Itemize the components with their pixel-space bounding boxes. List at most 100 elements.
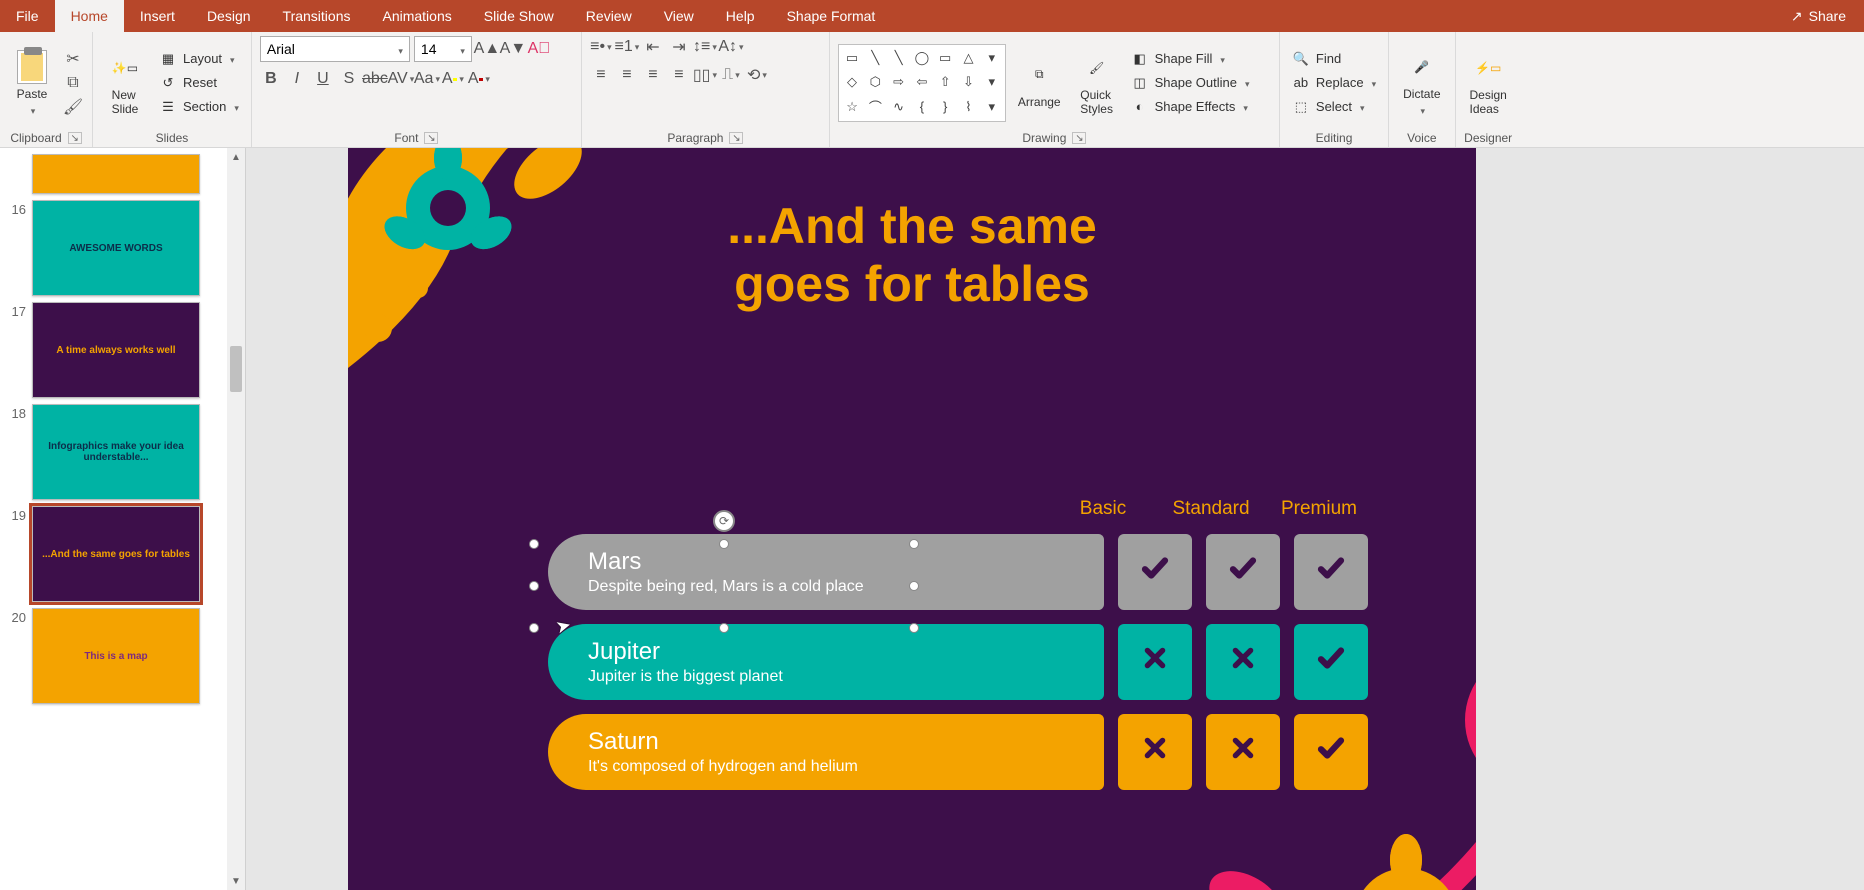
tab-animations[interactable]: Animations [366,0,467,32]
reset-button[interactable]: ↺Reset [155,72,243,94]
change-case-button[interactable]: Aa [416,68,438,90]
scroll-thumb[interactable] [230,346,242,392]
align-text-button[interactable]: ⎍ [720,64,742,86]
slide-thumbnail[interactable]: ...And the same goes for tables [32,506,200,602]
select-button[interactable]: ⬚Select [1288,96,1380,118]
slide-thumbnail[interactable]: Infographics make your idea understable.… [32,404,200,500]
scroll-up-icon[interactable]: ▲ [227,148,245,166]
tab-shape-format[interactable]: Shape Format [771,0,892,32]
text-direction[interactable]: A↕ [720,36,742,58]
feature-cell[interactable] [1206,624,1280,700]
smartart-button[interactable]: ⟲ [746,64,768,86]
font-name-combo[interactable]: Arial [260,36,410,62]
new-slide-button[interactable]: ✨▭ New Slide [101,48,149,118]
text-shadow-button[interactable]: S [338,68,360,90]
thumb-number: 18 [4,404,26,421]
clear-formatting[interactable]: A⃠ [528,38,550,60]
font-color-button[interactable]: A [468,68,490,90]
feature-cell[interactable] [1294,624,1368,700]
table-row[interactable]: Jupiter Jupiter is the biggest planet [548,624,1368,700]
numbering-button[interactable]: ≡1 [616,36,638,58]
slide-thumbnail[interactable]: A time always works well [32,302,200,398]
cut-button[interactable]: ✂ [62,48,84,70]
increase-font-size[interactable]: A▲ [476,38,498,60]
align-justify[interactable]: ≡ [668,64,690,86]
arrange-button[interactable]: ⧉Arrange [1012,55,1067,111]
design-ideas-icon: ⚡▭ [1470,50,1506,86]
layout-button[interactable]: ▦Layout [155,48,243,70]
font-highlight-button[interactable]: A [442,68,464,90]
feature-cell[interactable] [1294,714,1368,790]
font-size-combo[interactable]: 14 [414,36,472,62]
char-spacing-button[interactable]: AV [390,68,412,90]
resize-handle[interactable] [719,539,729,549]
quick-styles-button[interactable]: 🖌Quick Styles [1073,48,1121,118]
resize-handle[interactable] [909,539,919,549]
thumbnail-scrollbar[interactable]: ▲ ▼ [227,148,245,890]
increase-indent[interactable]: ⇥ [668,36,690,58]
tab-file[interactable]: File [0,0,55,32]
paste-button[interactable]: Paste [8,47,56,119]
dictate-button[interactable]: 🎤Dictate [1397,47,1446,119]
feature-cell[interactable] [1294,534,1368,610]
find-button[interactable]: 🔍Find [1288,48,1380,70]
clipboard-launcher[interactable]: ↘ [68,132,82,144]
group-clipboard-label: Clipboard [10,131,61,145]
select-label: Select [1316,99,1352,114]
feature-cell[interactable] [1206,714,1280,790]
resize-handle[interactable] [909,623,919,633]
tab-design[interactable]: Design [191,0,267,32]
rotate-handle[interactable]: ⟳ [713,510,735,532]
align-center[interactable]: ≡ [616,64,638,86]
align-right[interactable]: ≡ [642,64,664,86]
decrease-indent[interactable]: ⇤ [642,36,664,58]
slide-thumbnail[interactable]: AWESOME WORDS [32,200,200,296]
slide-title[interactable]: ...And the same goes for tables [348,198,1476,313]
feature-cell[interactable] [1118,534,1192,610]
shape-outline-button[interactable]: ◫Shape Outline [1127,72,1254,94]
format-painter-button[interactable]: 🖌 [62,96,84,118]
drawing-launcher[interactable]: ↘ [1072,132,1086,144]
slide-thumbnail[interactable]: This is a map [32,608,200,704]
tab-review[interactable]: Review [570,0,648,32]
paragraph-launcher[interactable]: ↘ [729,132,743,144]
slide-thumbnail[interactable] [32,154,200,194]
share-button[interactable]: ↗ Share [1773,0,1864,32]
shapes-gallery[interactable]: ▭╲╲◯▭△▾ ◇⬡⇨⇦⇧⇩▾ ☆⌒∿{}⌇▾ [838,44,1006,122]
scroll-down-icon[interactable]: ▼ [227,872,245,890]
feature-cell[interactable] [1118,714,1192,790]
copy-button[interactable]: ⧉ [62,72,84,94]
resize-handle[interactable] [719,623,729,633]
resize-handle[interactable] [529,623,539,633]
strikethrough-button[interactable]: abc [364,68,386,90]
tab-help[interactable]: Help [710,0,771,32]
design-ideas-button[interactable]: ⚡▭Design Ideas [1464,48,1513,118]
decrease-font-size[interactable]: A▼ [502,38,524,60]
tab-insert[interactable]: Insert [124,0,191,32]
tab-transitions[interactable]: Transitions [267,0,367,32]
bullets-button[interactable]: ≡• [590,36,612,58]
resize-handle[interactable] [909,581,919,591]
table-row[interactable]: Saturn It's composed of hydrogen and hel… [548,714,1368,790]
bold-button[interactable]: B [260,68,282,90]
row-label-shape[interactable]: Jupiter Jupiter is the biggest planet [548,624,1104,700]
tab-view[interactable]: View [648,0,710,32]
align-left[interactable]: ≡ [590,64,612,86]
row-label-shape[interactable]: Saturn It's composed of hydrogen and hel… [548,714,1104,790]
tab-slide-show[interactable]: Slide Show [468,0,570,32]
italic-button[interactable]: I [286,68,308,90]
slide[interactable]: ...And the same goes for tables Basic St… [348,148,1476,890]
feature-cell[interactable] [1206,534,1280,610]
tab-home[interactable]: Home [55,0,124,32]
resize-handle[interactable] [529,581,539,591]
replace-button[interactable]: abReplace [1288,72,1380,94]
feature-cell[interactable] [1118,624,1192,700]
font-launcher[interactable]: ↘ [424,132,438,144]
section-button[interactable]: ☰Section [155,96,243,118]
shape-effects-button[interactable]: ◐Shape Effects [1127,96,1254,118]
underline-button[interactable]: U [312,68,334,90]
line-spacing[interactable]: ↕≡ [694,36,716,58]
columns-button[interactable]: ▯▯ [694,64,716,86]
resize-handle[interactable] [529,539,539,549]
shape-fill-button[interactable]: ◧Shape Fill [1127,48,1254,70]
